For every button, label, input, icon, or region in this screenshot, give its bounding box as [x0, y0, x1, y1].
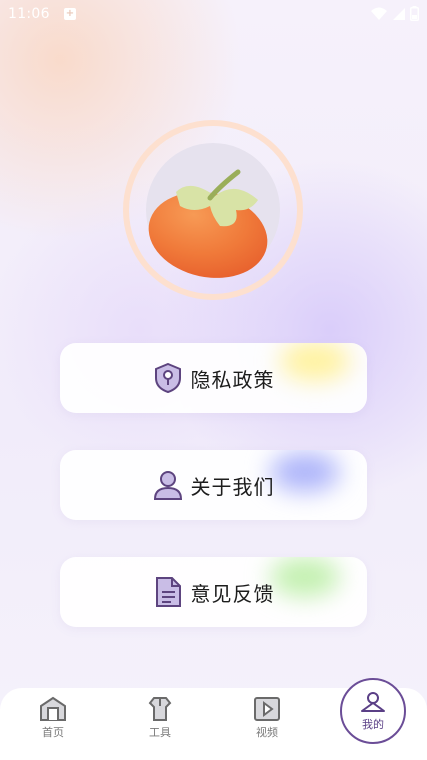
video-icon [254, 697, 280, 721]
home-icon [40, 696, 66, 721]
status-time: 11:06 [8, 6, 50, 22]
tab-video-label: 视频 [256, 726, 278, 739]
profile-icon [361, 691, 385, 712]
tab-tools-label: 工具 [149, 726, 171, 739]
tools-icon [148, 697, 172, 721]
notification-icon: + [64, 8, 76, 20]
card-glow [270, 452, 340, 492]
person-icon [153, 470, 183, 500]
tab-home-label: 首页 [42, 726, 64, 739]
document-icon [153, 577, 183, 607]
privacy-policy-button[interactable]: 隐私政策 [60, 343, 367, 413]
card-glow [280, 343, 350, 381]
feedback-label: 意见反馈 [190, 581, 275, 606]
about-us-label: 关于我们 [190, 474, 275, 499]
privacy-policy-label: 隐私政策 [190, 367, 275, 392]
card-glow [270, 557, 340, 597]
avatar[interactable] [140, 160, 280, 290]
feedback-button[interactable]: 意见反馈 [60, 557, 367, 627]
tab-video[interactable]: 视频 [237, 696, 297, 750]
tab-profile-label: 我的 [362, 717, 384, 731]
battery-icon [410, 6, 419, 21]
shield-icon [153, 363, 183, 393]
about-us-button[interactable]: 关于我们 [60, 450, 367, 520]
tab-profile[interactable]: 我的 [340, 678, 406, 744]
status-bar: 11:06 + [0, 0, 427, 28]
status-icons [370, 6, 419, 21]
tab-home[interactable]: 首页 [23, 696, 83, 750]
wifi-icon [371, 7, 387, 20]
tab-tools[interactable]: 工具 [130, 696, 190, 750]
signal-icon [393, 7, 405, 20]
